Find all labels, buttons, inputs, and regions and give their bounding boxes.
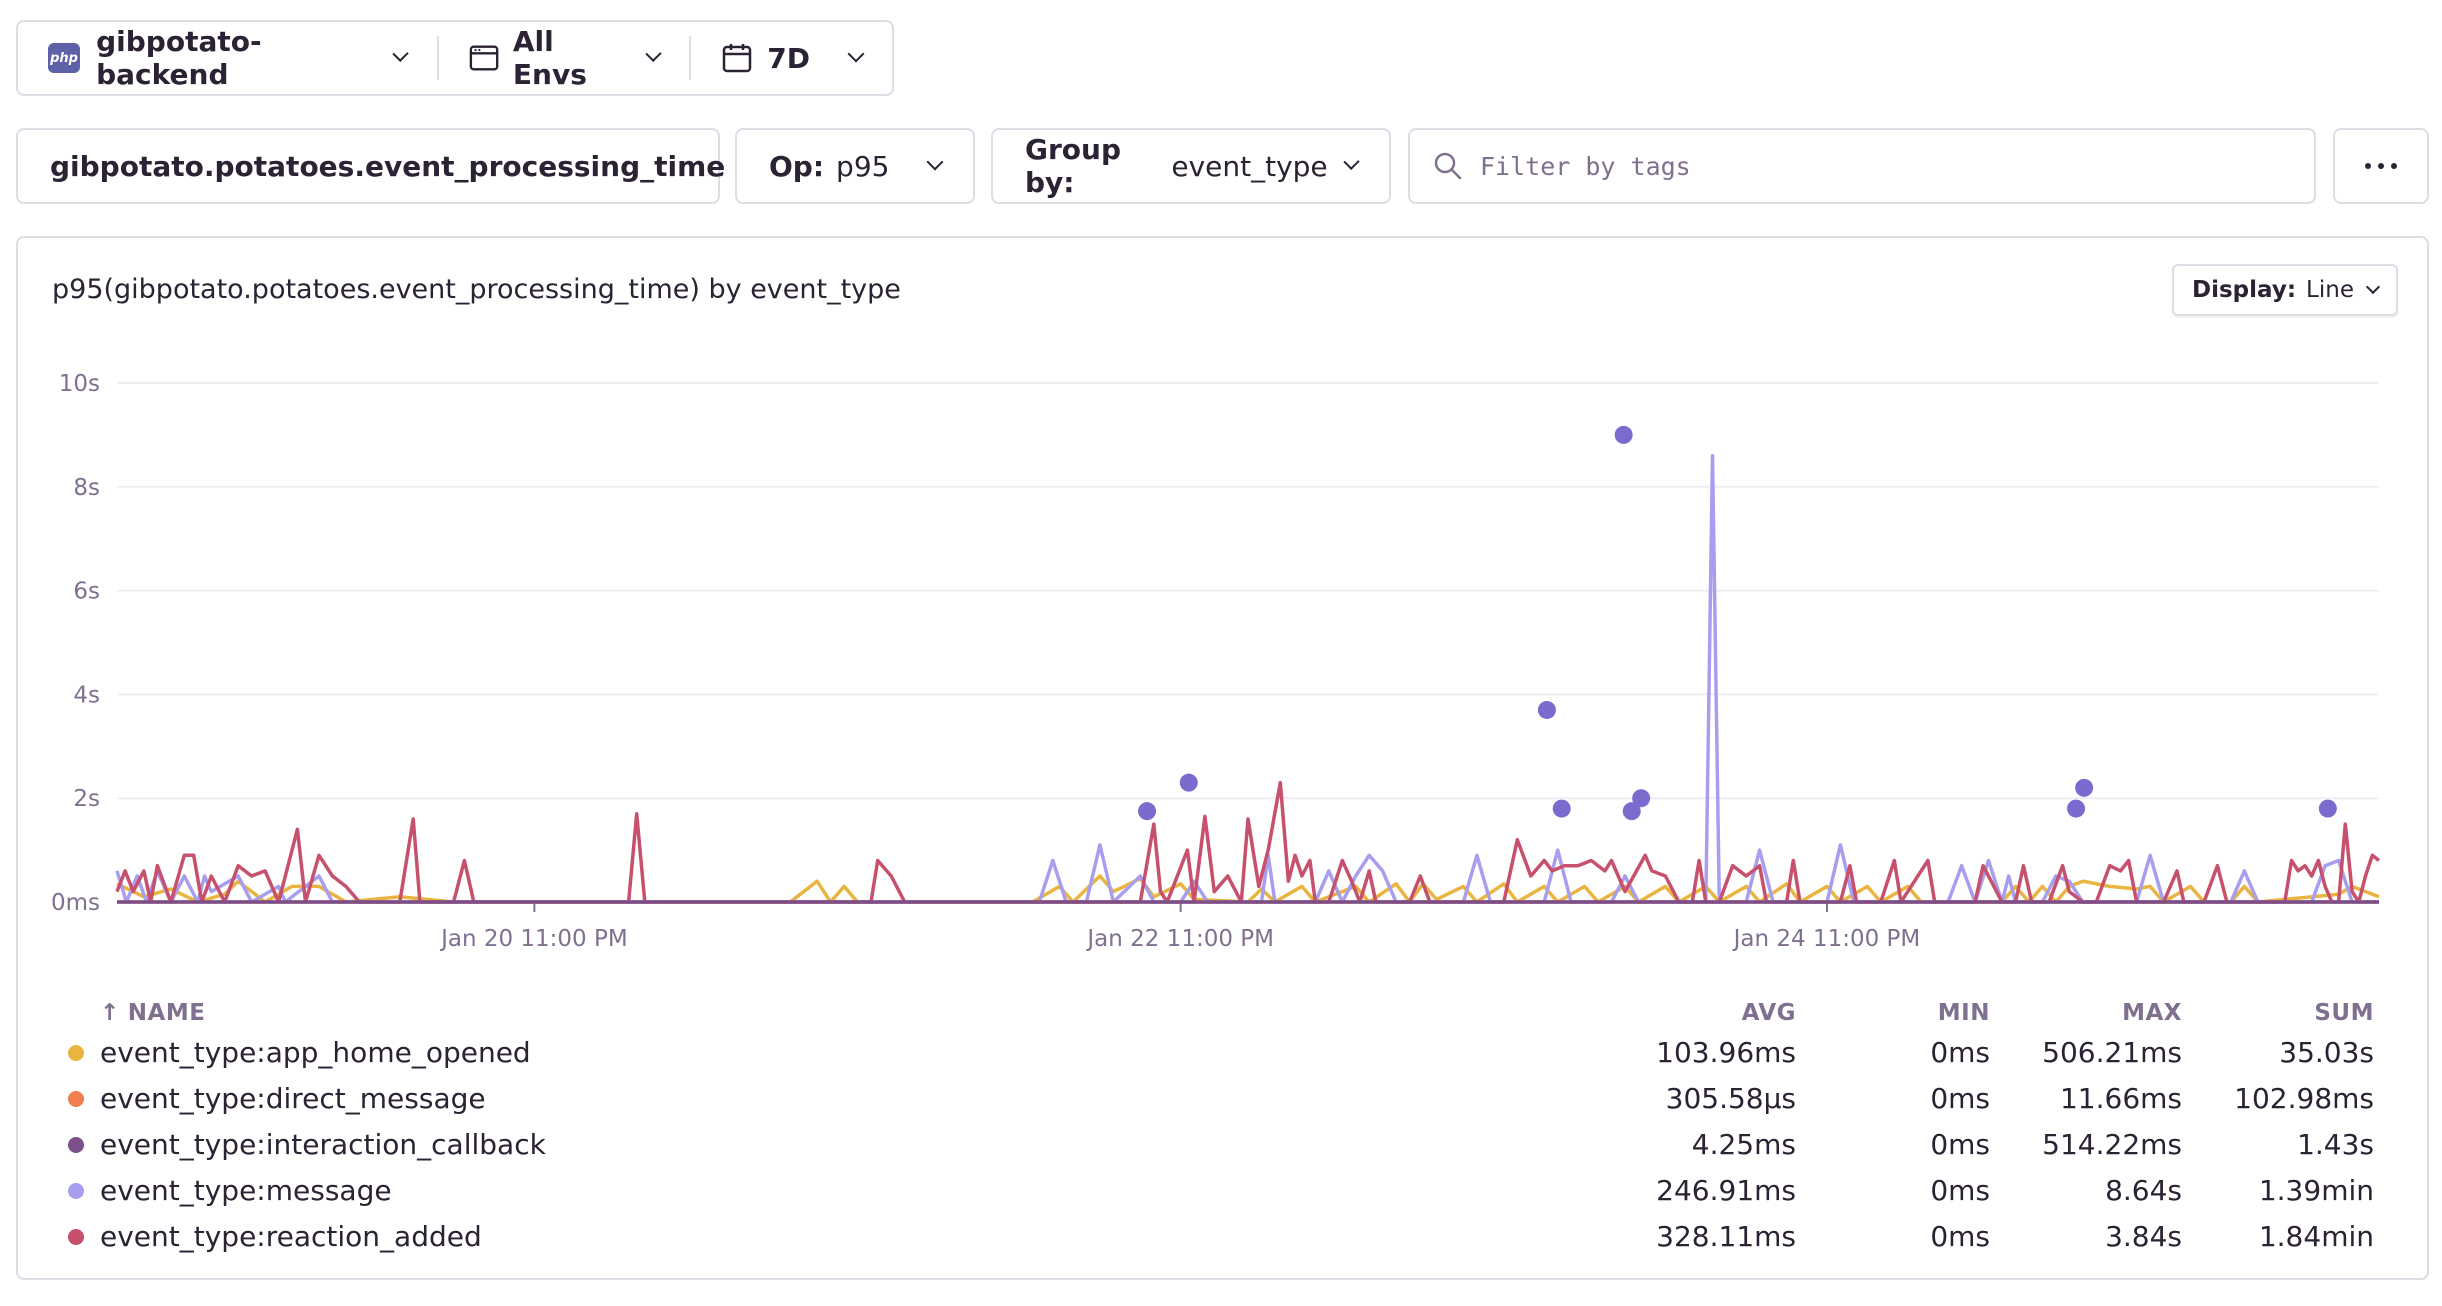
y-tick-label: 2s — [73, 786, 100, 812]
chevron-down-icon — [645, 45, 662, 63]
chevron-down-icon — [392, 45, 410, 63]
x-tick-label: Jan 20 11:00 PM — [439, 926, 628, 952]
op-label: Op: — [769, 149, 825, 183]
series-color-dot — [68, 1183, 84, 1199]
series-avg: 103.96ms — [1656, 1036, 1796, 1069]
x-tick-label: Jan 22 11:00 PM — [1085, 926, 1274, 952]
sample-marker — [1632, 789, 1651, 808]
series-name: event_type:message — [100, 1174, 392, 1207]
sum-column-header[interactable]: SUM — [2274, 1000, 2374, 1026]
series-max: 514.22ms — [2042, 1128, 2182, 1161]
series-max: 506.21ms — [2042, 1036, 2182, 1069]
filter-placeholder: Filter by tags — [1480, 151, 1691, 181]
project-name: gibpotato-backend — [96, 25, 262, 91]
project-selector[interactable]: php gibpotato-backend — [18, 22, 437, 94]
series-color-dot — [68, 1229, 84, 1245]
chevron-down-icon — [1343, 153, 1360, 171]
legend-row[interactable]: event_type:app_home_opened 103.96ms 0ms 506… — [2, 1030, 2411, 1076]
sample-marker — [2318, 799, 2337, 818]
chevron-down-icon — [847, 45, 865, 63]
series-color-dot — [68, 1091, 84, 1107]
group-by-selector[interactable]: Group by: event_type — [991, 128, 1391, 204]
series-min: 0ms — [1930, 1128, 1990, 1161]
date-range-selector[interactable]: 7D — [691, 22, 892, 94]
series-sum: 1.84min — [2258, 1220, 2374, 1253]
series-name: event_type:direct_message — [100, 1082, 486, 1115]
chart-widget: p95(gibpotato.potatoes.event_processing_… — [16, 236, 2429, 1280]
group-by-value: event_type — [1171, 149, 1328, 183]
series-min: 0ms — [1930, 1082, 1990, 1115]
environment-label: All Envs — [512, 25, 587, 91]
line-chart[interactable]: 0ms 2s 4s 6s 8s 10s Jan 20 11:00 PM Jan 22 11:0… — [18, 238, 2427, 1018]
series-sum: 102.98ms — [2234, 1082, 2374, 1115]
tag-filter-input[interactable]: Filter by tags — [1408, 128, 2316, 204]
sample-marker — [1537, 700, 1556, 719]
series-min: 0ms — [1930, 1036, 1990, 1069]
max-column-header[interactable]: MAX — [2082, 1000, 2182, 1026]
legend-row[interactable]: event_type:message 246.91ms 0ms 8.64s 1.39mi… — [2, 1168, 2411, 1214]
window-icon — [469, 45, 499, 71]
op-value: p95 — [836, 149, 890, 183]
y-tick-label: 4s — [73, 682, 100, 708]
series-avg: 305.58μs — [1665, 1082, 1796, 1115]
series-name: event_type:app_home_opened — [100, 1036, 531, 1069]
sample-marker — [1138, 802, 1157, 821]
ellipsis-icon — [2365, 163, 2397, 169]
y-tick-label: 0ms — [51, 890, 100, 916]
series-sum: 35.03s — [2279, 1036, 2374, 1069]
metric-name: gibpotato.potatoes.event_processing_time — [50, 149, 726, 183]
legend-row[interactable]: event_type:interaction_callback 4.25ms 0ms… — [2, 1122, 2411, 1168]
metric-selector[interactable]: gibpotato.potatoes.event_processing_time — [16, 128, 750, 204]
series-max: 3.84s — [2105, 1220, 2182, 1253]
y-tick-label: 8s — [73, 475, 100, 501]
sample-marker — [1614, 425, 1633, 444]
name-column-header[interactable]: ↑ NAME — [100, 1000, 205, 1026]
sample-marker — [2075, 778, 2094, 797]
op-selector[interactable]: Op: p95 — [735, 128, 975, 204]
date-range-label: 7D — [767, 41, 811, 75]
y-tick-label: 6s — [73, 579, 100, 605]
series-max: 11.66ms — [2059, 1082, 2182, 1115]
calendar-icon — [723, 44, 752, 73]
sample-marker — [2067, 799, 2086, 818]
series-max: 8.64s — [2105, 1174, 2182, 1207]
series-avg: 246.91ms — [1656, 1174, 1796, 1207]
sample-marker — [1552, 799, 1571, 818]
php-icon: php — [48, 43, 81, 73]
legend-row[interactable]: event_type:reaction_added 328.11ms 0ms 3.84… — [2, 1214, 2411, 1260]
series-color-dot — [68, 1045, 84, 1061]
series-min: 0ms — [1930, 1220, 1990, 1253]
page-filter-bar: php gibpotato-backend All Envs 7D — [16, 20, 894, 96]
series-name: event_type:reaction_added — [100, 1220, 482, 1253]
series-avg: 4.25ms — [1691, 1128, 1796, 1161]
series-sum: 1.43s — [2297, 1128, 2374, 1161]
avg-column-header[interactable]: AVG — [1696, 1000, 1796, 1026]
search-icon — [1434, 152, 1462, 180]
environment-selector[interactable]: All Envs — [439, 22, 690, 94]
legend-row[interactable]: event_type:direct_message 305.58μs 0ms 11.6… — [2, 1076, 2411, 1122]
chevron-down-icon — [926, 153, 944, 171]
min-column-header[interactable]: MIN — [1890, 1000, 1990, 1026]
series-name: event_type:interaction_callback — [100, 1128, 546, 1161]
arrow-up-icon: ↑ — [100, 1000, 120, 1026]
group-by-label: Group by: — [1025, 133, 1122, 199]
series-line-reaction-added — [115, 780, 2381, 904]
series-min: 0ms — [1930, 1174, 1990, 1207]
more-options-button[interactable] — [2333, 128, 2429, 204]
x-tick-label: Jan 24 11:00 PM — [1732, 926, 1921, 952]
series-avg: 328.11ms — [1656, 1220, 1796, 1253]
sample-marker — [1179, 773, 1198, 792]
series-sum: 1.39min — [2258, 1174, 2374, 1207]
series-color-dot — [68, 1137, 84, 1153]
y-tick-label: 10s — [59, 371, 100, 397]
